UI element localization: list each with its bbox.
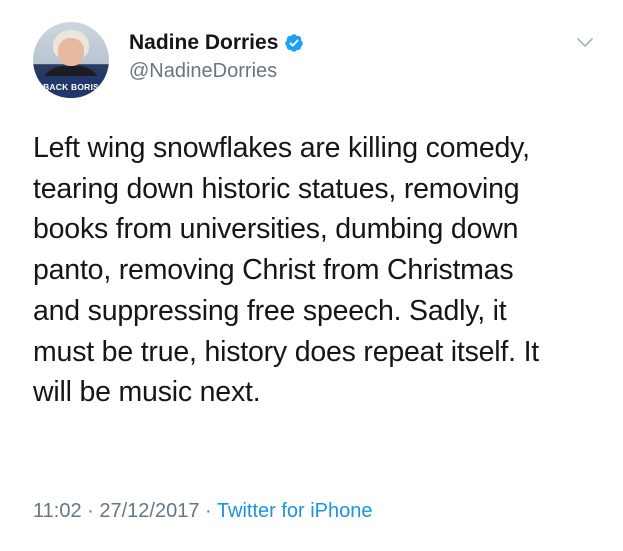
chevron-down-icon[interactable] <box>575 36 595 50</box>
tweet-card: BACK BORIS Nadine Dorries @NadineDorries… <box>0 0 623 551</box>
tweet-time[interactable]: 11:02 <box>33 500 82 522</box>
tweet-text-line: panto, removing Christ from Christmas <box>33 254 514 287</box>
author-display-name[interactable]: Nadine Dorries <box>129 31 278 55</box>
author-handle[interactable]: @NadineDorries <box>129 60 277 83</box>
author-avatar[interactable]: BACK BORIS <box>33 22 109 98</box>
avatar-face <box>58 38 84 66</box>
tweet-text-line: books from universities, dumbing down <box>33 213 519 246</box>
meta-separator: · <box>87 500 100 522</box>
tweet-text: Left wing snowflakes are killing comedy,… <box>33 128 603 413</box>
tweet-date[interactable]: 27/12/2017 <box>99 500 199 522</box>
tweet-text-line: tearing down historic statues, removing <box>33 172 520 205</box>
tweet-text-line: will be music next. <box>33 376 261 409</box>
tweet-source-link[interactable]: Twitter for iPhone <box>217 500 373 522</box>
tweet-text-line: Left wing snowflakes are killing comedy, <box>33 132 530 164</box>
verified-badge-icon <box>285 34 304 52</box>
tweet-text-line: and suppressing free speech. Sadly, it <box>33 294 507 327</box>
meta-separator: · <box>205 500 217 522</box>
tweet-metadata: 11:02 · 27/12/2017 · Twitter for iPhone <box>33 500 373 523</box>
author-name-row[interactable]: Nadine Dorries <box>129 30 304 56</box>
tweet-text-line: must be true, history does repeat itself… <box>33 335 540 368</box>
avatar-banner: BACK BORIS <box>33 76 109 98</box>
